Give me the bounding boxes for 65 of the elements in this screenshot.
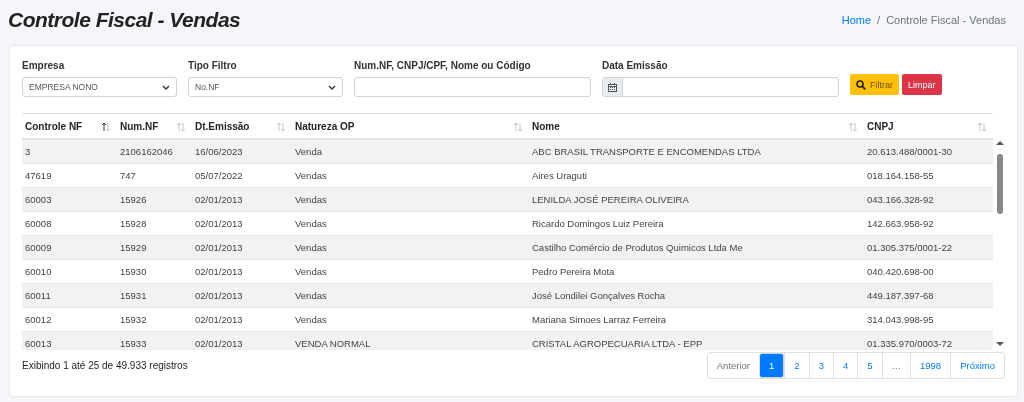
table-cell: 60013 <box>22 331 117 350</box>
table-cell: 449.187.397-68 <box>864 283 993 308</box>
table-cell: Venda <box>292 139 529 164</box>
table-cell: 01.305.375/0001-22 <box>864 235 993 260</box>
table-cell: 02/01/2013 <box>192 235 292 260</box>
table-cell: 01.335.970/0003-72 <box>864 331 993 350</box>
page-link[interactable]: 4 <box>832 353 858 378</box>
breadcrumb-separator: / <box>877 14 881 26</box>
scrollbar[interactable] <box>995 138 1005 349</box>
page-link[interactable]: 5 <box>857 353 882 378</box>
page-link[interactable]: 2 <box>784 353 809 378</box>
table-cell: 02/01/2013 <box>192 187 292 212</box>
column-header[interactable]: Dt.Emissão <box>192 113 292 139</box>
table-cell: 15931 <box>117 283 192 308</box>
calendar-icon <box>608 82 617 92</box>
table-cell: Castilho Comércio de Produtos Quimicos Ltda Me <box>529 235 864 260</box>
table-cell: 2106162046 <box>117 139 192 164</box>
search-icon <box>856 79 866 90</box>
records-info: Exibindo 1 até 25 de 49.933 registros <box>22 360 188 371</box>
column-header[interactable]: Natureza OP <box>292 113 529 139</box>
table-cell: 02/01/2013 <box>192 331 292 350</box>
table-cell: 15933 <box>117 331 192 350</box>
field-label: Tipo Filtro <box>188 60 238 71</box>
input-field[interactable] <box>354 77 591 97</box>
scroll-down-icon[interactable] <box>996 341 1004 347</box>
select-field[interactable]: EMPRESA NONO <box>22 77 177 97</box>
chevron-down-icon <box>328 84 336 90</box>
table-cell: 3 <box>22 139 117 164</box>
table-cell: LENILDA JOSÉ PEREIRA OLIVEIRA <box>529 187 864 212</box>
field-label: Data Emissão <box>602 60 669 71</box>
breadcrumb-current: Controle Fiscal - Vendas <box>886 14 1006 26</box>
table-cell: 60011 <box>22 283 117 308</box>
filter-button[interactable]: Filtrar <box>850 74 899 95</box>
column-header[interactable]: Nome <box>529 113 864 139</box>
scroll-up-icon[interactable] <box>996 140 1004 146</box>
page-link[interactable]: 1998 <box>910 353 951 378</box>
clear-button[interactable]: Limpar <box>902 74 942 95</box>
table-cell: 60009 <box>22 235 117 260</box>
field-label: Empresa <box>22 60 66 71</box>
table-cell: 043.166.328-92 <box>864 187 993 212</box>
table-cell: ABC BRASIL TRANSPORTE E ENCOMENDAS LTDA <box>529 139 864 164</box>
select-field[interactable]: No.NF <box>188 77 343 97</box>
breadcrumb-link[interactable]: Home <box>841 14 872 26</box>
table-cell: 15926 <box>117 187 192 212</box>
table-cell: CRISTAL AGROPECUARIA LTDA - EPP <box>529 331 864 350</box>
date-field[interactable] <box>602 77 839 97</box>
page-title: Controle Fiscal - Vendas <box>8 8 241 32</box>
table-cell: Vendas <box>292 235 529 260</box>
page-link[interactable]: 1 <box>759 353 785 378</box>
table-cell: 60003 <box>22 187 117 212</box>
column-header[interactable]: CNPJ <box>864 113 993 139</box>
field-label: Num.NF, CNPJ/CPF, Nome ou Código <box>354 60 532 71</box>
table-cell: 02/01/2013 <box>192 283 292 308</box>
table-cell: 20.613.488/0001-30 <box>864 139 993 164</box>
chevron-down-icon <box>162 84 170 90</box>
table-cell: 16/06/2023 <box>192 139 292 164</box>
page-link[interactable]: Próximo <box>950 353 1004 378</box>
table-cell: VENDA NORMAL <box>292 331 529 350</box>
column-header[interactable]: Num.NF <box>117 113 192 139</box>
column-header[interactable]: Controle NF <box>22 113 117 139</box>
table-cell: Vendas <box>292 283 529 308</box>
table-cell: 15929 <box>117 235 192 260</box>
table-cell: José Londilei Gonçalves Rocha <box>529 283 864 308</box>
page-link[interactable]: 3 <box>808 353 833 378</box>
table-cell: Vendas <box>292 187 529 212</box>
